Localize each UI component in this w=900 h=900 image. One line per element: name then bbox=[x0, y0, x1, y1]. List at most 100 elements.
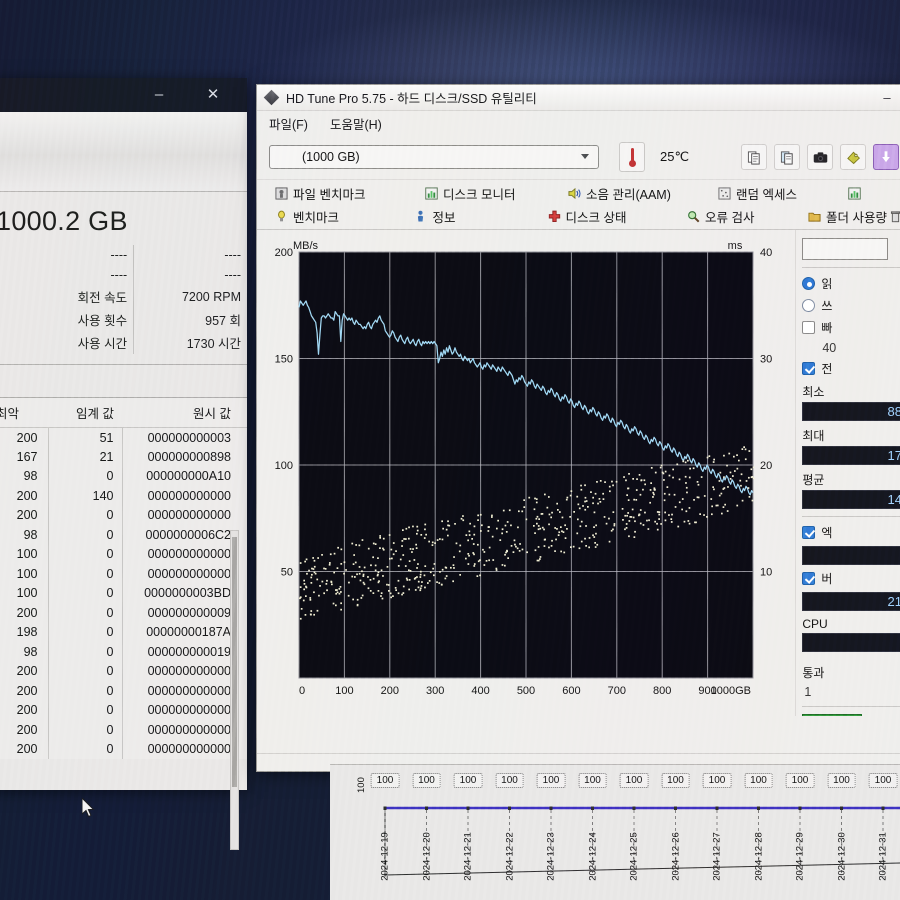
table-row[interactable]: 200 0 000000000000 bbox=[0, 681, 247, 701]
tab-disk-health[interactable]: 디스크 상태 bbox=[546, 207, 685, 226]
tab-random-access[interactable]: 랜덤 엑세스 bbox=[716, 184, 846, 203]
tag-icon[interactable] bbox=[840, 144, 866, 170]
table-row[interactable]: 167 21 000000000898 bbox=[0, 447, 247, 467]
table-row[interactable]: 98 0 000000000019 bbox=[0, 642, 247, 662]
table-row[interactable]: 198 0 00000000187A bbox=[0, 622, 247, 642]
tab-label: 랜덤 엑세스 bbox=[736, 188, 797, 202]
attr-row-rotation-speed: 회전 속도 7200 RPM bbox=[0, 285, 247, 308]
y-tick-label: 100 bbox=[275, 460, 293, 472]
smart-worst: 200 bbox=[16, 488, 38, 503]
copy-info-icon[interactable] bbox=[774, 144, 800, 170]
radio-read[interactable] bbox=[802, 277, 816, 290]
max-label: 최대 bbox=[802, 429, 825, 443]
timeline-value-badge: 100 bbox=[619, 773, 649, 788]
radio-read-row[interactable]: 읽 bbox=[802, 275, 900, 292]
attr-label: ---- bbox=[110, 268, 128, 282]
info-icon bbox=[418, 210, 424, 222]
progress-bar bbox=[802, 714, 863, 716]
timeline-date-label: 2024-12-29 bbox=[794, 832, 806, 881]
smart-table-scrollbar[interactable] bbox=[230, 530, 239, 850]
table-row[interactable]: 98 0 000000000A10 bbox=[0, 466, 247, 486]
tab-info[interactable]: 정보 bbox=[412, 207, 545, 226]
benchmark-plot[interactable]: 50100150200102030400 100 200 300 400 500 600 70… bbox=[257, 230, 797, 716]
left-window-titlebar: – ✕ bbox=[0, 78, 247, 112]
hdtune-menubar: 파일(F) 도움말(H) bbox=[257, 111, 900, 135]
table-row[interactable]: 100 0 0000000003BD bbox=[0, 583, 247, 603]
checkbox-fast-row[interactable]: 빠 bbox=[802, 319, 900, 336]
hdtune-tab-strip: 파일 벤치마크 디스크 모니터 소음 관리(AAM) 랜덤 엑세스 벤치마크 정… bbox=[257, 179, 900, 230]
checkbox-transfer-rate[interactable] bbox=[802, 362, 816, 375]
tab-chart-extra[interactable] bbox=[846, 187, 866, 200]
random-access-icon bbox=[718, 187, 731, 200]
checkbox-burst-rate[interactable] bbox=[802, 572, 816, 585]
timeline-date-label: 2024-12-27 bbox=[711, 832, 723, 881]
checkbox-fast[interactable] bbox=[802, 321, 816, 334]
smart-raw: 000000000019 bbox=[121, 642, 247, 662]
divider bbox=[802, 267, 900, 268]
timeline-date-label: 2024-12-30 bbox=[836, 832, 847, 881]
timeline-value-badge: 100 bbox=[370, 773, 400, 788]
table-row[interactable]: 200 0 000000000000 bbox=[0, 661, 247, 681]
timeline-date-label: 2024-12-21 bbox=[462, 832, 474, 881]
x-tick-label: 1000GB bbox=[711, 685, 751, 697]
menu-help[interactable]: 도움말(H) bbox=[330, 114, 382, 133]
disk-attribute-table: ---- ---- ---- ---- 회전 속도 7200 RPM 사용 횟수… bbox=[0, 245, 247, 354]
checkbox-burst-row[interactable]: 버 bbox=[802, 570, 900, 587]
smart-threshold: 0 bbox=[47, 681, 122, 701]
burst-value: 21 bbox=[802, 592, 900, 611]
table-row[interactable]: 200 0 000000000000 bbox=[0, 505, 247, 525]
left-close-button[interactable]: ✕ bbox=[191, 78, 235, 112]
table-row[interactable]: 200 51 000000000003 bbox=[0, 427, 247, 447]
smart-threshold: 0 bbox=[47, 505, 122, 525]
download-icon[interactable] bbox=[873, 144, 899, 170]
smart-raw: 000000000000 bbox=[121, 544, 247, 564]
timeline-date-label: 2024-12-22 bbox=[504, 832, 515, 881]
scrollbar-thumb[interactable] bbox=[232, 537, 237, 787]
sound-icon bbox=[568, 187, 581, 200]
table-row[interactable]: 200 140 000000000000 bbox=[0, 486, 247, 506]
smart-threshold: 0 bbox=[47, 700, 122, 720]
table-row[interactable]: 200 0 000000000000 bbox=[0, 700, 247, 720]
checkbox-access-row[interactable]: 엑 bbox=[802, 524, 900, 541]
tab-folder-usage[interactable]: 폴더 사용량 bbox=[806, 207, 887, 226]
drive-select-dropdown[interactable]: (1000 GB) bbox=[269, 145, 599, 169]
tab-row-2: 벤치마크 정보 디스크 상태 오류 검사 폴더 사용량 bbox=[273, 207, 900, 226]
copy-icon[interactable] bbox=[741, 144, 767, 170]
hdtune-window-title: HD Tune Pro 5.75 - 하드 디스크/SSD 유틸리티 bbox=[286, 92, 537, 106]
smart-raw: 000000000A10 bbox=[121, 466, 247, 486]
tab-noise-aam[interactable]: 소음 관리(AAM) bbox=[566, 184, 716, 203]
tab-delete-extra[interactable] bbox=[887, 210, 900, 223]
table-row[interactable]: 200 0 000000000000 bbox=[0, 739, 247, 759]
x-tick-label: 100 bbox=[335, 685, 353, 697]
timeline-value-badge: 100 bbox=[536, 773, 566, 788]
y-tick-label: 200 bbox=[275, 247, 293, 259]
table-row[interactable]: 200 0 000000000000 bbox=[0, 720, 247, 740]
smart-worst: 100 bbox=[16, 586, 38, 601]
menu-file[interactable]: 파일(F) bbox=[269, 114, 308, 133]
options-top-field[interactable] bbox=[802, 238, 889, 260]
cpu-usage-value bbox=[802, 633, 900, 652]
left-minimize-button[interactable]: – bbox=[137, 78, 181, 112]
table-row[interactable]: 100 0 000000000000 bbox=[0, 544, 247, 564]
table-row[interactable]: 100 0 000000000000 bbox=[0, 564, 247, 584]
tab-file-benchmark[interactable]: 파일 벤치마크 bbox=[273, 184, 423, 203]
smart-worst: 100 bbox=[16, 566, 38, 581]
radio-write-row[interactable]: 쓰 bbox=[802, 297, 900, 314]
timeline-value-badge: 100 bbox=[453, 773, 483, 788]
table-row[interactable]: 98 0 0000000006C2 bbox=[0, 525, 247, 545]
timeline-date-label: 2024-12-31 bbox=[877, 832, 889, 881]
checkbox-transfer-row[interactable]: 전 bbox=[802, 360, 900, 377]
tab-disk-monitor[interactable]: 디스크 모니터 bbox=[423, 184, 566, 203]
timeline-date-label: 2024-12-25 bbox=[628, 832, 640, 881]
tab-benchmark[interactable]: 벤치마크 bbox=[273, 207, 412, 226]
smart-header-raw: 원시 값 bbox=[122, 398, 247, 428]
timeline-value-badge: 100 bbox=[661, 773, 690, 788]
checkbox-access-time[interactable] bbox=[802, 526, 816, 539]
camera-icon[interactable] bbox=[807, 144, 833, 170]
tab-error-scan[interactable]: 오류 검사 bbox=[685, 207, 806, 226]
avg-label: 평균 bbox=[802, 473, 825, 487]
x-tick-label: 500 bbox=[517, 685, 535, 697]
table-row[interactable]: 200 0 000000000009 bbox=[0, 603, 247, 623]
hdtune-minimize-button[interactable]: – bbox=[877, 89, 897, 107]
radio-write[interactable] bbox=[802, 299, 816, 312]
